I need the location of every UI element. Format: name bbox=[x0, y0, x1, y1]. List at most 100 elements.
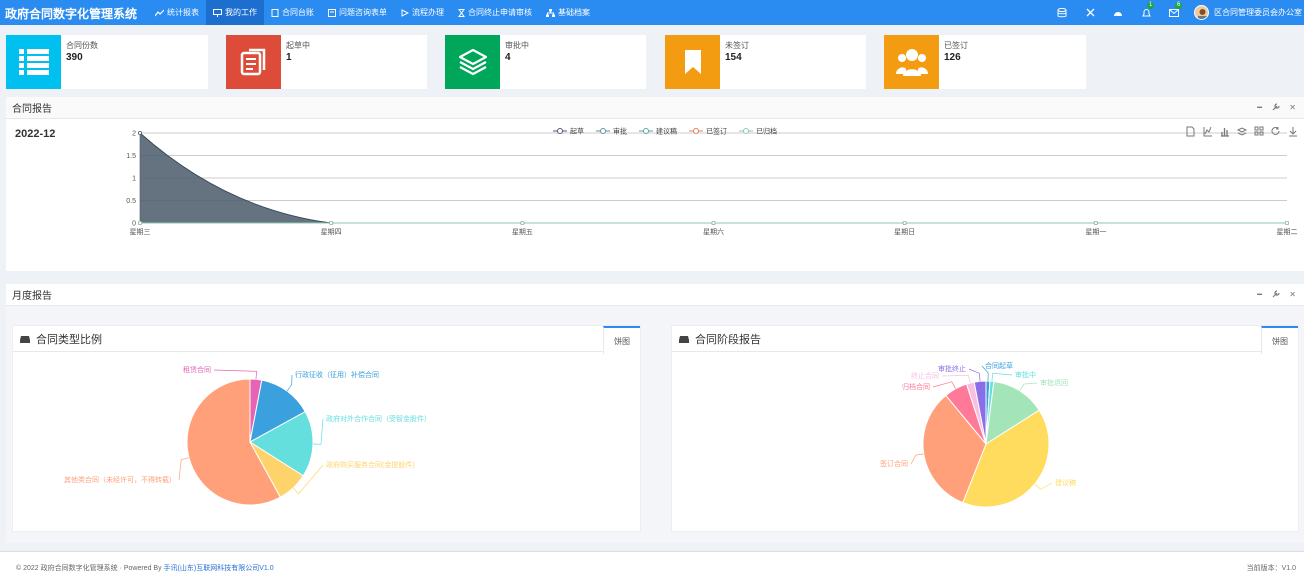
notification-badge: 1 bbox=[1147, 2, 1155, 9]
legend-item: 起草 bbox=[553, 127, 584, 136]
wrench-button[interactable] bbox=[1272, 290, 1280, 300]
nav-process[interactable]: 流程办理 bbox=[394, 0, 451, 25]
pie-label: 签订合同 bbox=[880, 459, 908, 468]
user-name: 区合同管理委员会办公室 bbox=[1214, 8, 1302, 17]
pie-label-line bbox=[941, 374, 971, 384]
database-button[interactable] bbox=[1048, 0, 1076, 25]
stat-icon-box bbox=[226, 35, 281, 89]
pie-label-line bbox=[968, 368, 981, 382]
stat-icon-box bbox=[665, 35, 720, 89]
x-tick-label: 星期日 bbox=[894, 228, 915, 236]
stat-label: 未签订 bbox=[725, 41, 749, 50]
toolbox-stack-icon bbox=[1236, 127, 1248, 136]
pie-label: 政府购买服务合同(金提股件) bbox=[326, 460, 415, 469]
fullscreen-button[interactable] bbox=[1076, 0, 1104, 25]
nav-inquiry-form[interactable]: 问题咨询表单 bbox=[321, 0, 394, 25]
panel-title: 合同报告 bbox=[12, 104, 52, 115]
notification-button[interactable]: 1 bbox=[1132, 0, 1160, 25]
message-button[interactable]: 6 bbox=[1160, 0, 1188, 25]
legend-marker bbox=[743, 128, 749, 134]
contract-stage-panel: 合同阶段报告 饼图 合同起草 审批中 审批退回 建议稿 签订合同 归档合同 终止合同 审批终止 bbox=[671, 325, 1299, 532]
toolbox-line-icon bbox=[1203, 126, 1212, 137]
file-stack-icon bbox=[240, 48, 265, 76]
collapse-button[interactable]: ━ bbox=[1257, 103, 1262, 112]
contract-stage-pie-chart: 合同起草审批中审批退回建议稿 签订合同 归档合同 终止合同审批终止 bbox=[880, 361, 1076, 508]
data-point bbox=[1285, 221, 1290, 226]
x-tick-label: 星期六 bbox=[703, 227, 724, 236]
wrench-icon bbox=[1272, 290, 1280, 298]
wrench-icon bbox=[1272, 103, 1280, 111]
legend-label: 建议稿 bbox=[656, 127, 677, 136]
legend-label: 审批 bbox=[613, 127, 627, 136]
stat-card-contracts[interactable]: 合同份数 390 bbox=[6, 35, 208, 89]
users-icon bbox=[895, 49, 928, 76]
pie-label-line bbox=[178, 457, 190, 481]
toolbox-download-icon bbox=[1289, 127, 1297, 137]
stat-card-unsigned[interactable]: 未签订 154 bbox=[665, 35, 866, 89]
play-icon bbox=[401, 8, 409, 17]
panel-title: 月度报告 bbox=[12, 291, 52, 302]
top-bar: 政府合同数字化管理系统 统计报表 我的工作 合同台账 问题咨询表单 流程办理 合… bbox=[0, 0, 1304, 25]
data-point bbox=[1093, 221, 1098, 226]
tab-pie[interactable]: 饼图 bbox=[1261, 326, 1298, 354]
stat-label: 审批中 bbox=[505, 41, 529, 50]
nav-label: 合同终止申请审核 bbox=[468, 8, 532, 17]
form-icon bbox=[328, 8, 336, 17]
x-tick-label: 星期四 bbox=[321, 228, 342, 236]
data-point bbox=[137, 130, 142, 135]
nav-statistics[interactable]: 统计报表 bbox=[148, 0, 206, 25]
inbox-icon bbox=[679, 335, 689, 343]
hourglass-icon bbox=[458, 8, 465, 17]
footer-company-link[interactable]: 手讯(山东)互联网科技有限公司V1.0 bbox=[164, 565, 274, 572]
list-icon bbox=[18, 49, 49, 75]
stat-value: 126 bbox=[944, 52, 961, 63]
stat-card-signed[interactable]: 已签订 126 bbox=[884, 35, 1086, 89]
dashboard-button[interactable] bbox=[1104, 0, 1132, 25]
legend-item: 审批 bbox=[596, 127, 627, 136]
stat-card-drafting[interactable]: 起草中 1 bbox=[226, 35, 427, 89]
stat-card-approving[interactable]: 审批中 4 bbox=[445, 35, 646, 89]
layers-icon bbox=[458, 48, 487, 76]
pie-label: 终止合同 bbox=[911, 371, 939, 380]
data-point bbox=[902, 221, 907, 226]
toolbox-glyph bbox=[1289, 127, 1297, 137]
close-button[interactable]: ✕ bbox=[1289, 103, 1296, 112]
database-icon bbox=[1057, 7, 1067, 17]
nav-label: 我的工作 bbox=[225, 8, 257, 17]
pie-label: 审批中 bbox=[1015, 370, 1036, 379]
y-tick-label: 0.5 bbox=[126, 198, 136, 205]
pie-label: 行政征收（征用）补偿合同 bbox=[295, 370, 379, 379]
data-point bbox=[137, 221, 142, 226]
footer-version: 当前版本：V1.0 bbox=[1246, 565, 1296, 572]
close-button[interactable]: ✕ bbox=[1289, 290, 1296, 299]
monitor-icon bbox=[213, 8, 222, 17]
nav-base-archive[interactable]: 基础档案 bbox=[539, 0, 597, 25]
legend-item: 已归档 bbox=[739, 127, 777, 136]
file-icon bbox=[271, 8, 279, 17]
panel-header: 合同报告 bbox=[6, 97, 1304, 119]
y-tick-label: 0 bbox=[132, 221, 136, 228]
data-point bbox=[329, 221, 334, 226]
pie-label: 合同起草 bbox=[985, 361, 1013, 370]
sub-panel-title: 合同阶段报告 bbox=[695, 333, 761, 346]
app-title: 政府合同数字化管理系统 bbox=[5, 7, 138, 21]
pie-label-line bbox=[213, 369, 258, 380]
nav-termination-review[interactable]: 合同终止申请审核 bbox=[451, 0, 539, 25]
trend-icon bbox=[155, 9, 164, 16]
user-menu[interactable]: 区合同管理委员会办公室 bbox=[1188, 5, 1304, 20]
inbox-icon bbox=[20, 335, 30, 343]
tab-pie[interactable]: 饼图 bbox=[603, 326, 640, 354]
pie-label-line bbox=[1019, 382, 1038, 391]
nav-ledger[interactable]: 合同台账 bbox=[264, 0, 321, 25]
collapse-button[interactable]: ━ bbox=[1257, 290, 1262, 299]
x-tick-label: 星期一 bbox=[1085, 228, 1106, 236]
stat-value: 154 bbox=[725, 52, 742, 63]
x-tick-label: 星期三 bbox=[130, 228, 151, 236]
stat-icon-box bbox=[445, 35, 500, 89]
nav-my-work[interactable]: 我的工作 bbox=[206, 0, 264, 25]
wrench-button[interactable] bbox=[1272, 103, 1280, 113]
legend-item: 建议稿 bbox=[639, 127, 677, 136]
nav-label: 统计报表 bbox=[167, 8, 199, 17]
sub-panel-title: 合同类型比例 bbox=[36, 333, 102, 346]
contract-line-chart: 0 0.5 1 1.5 2 星期三 星期四 星期五 星期六 星期日 星期一 星期二 起草 审批 建议稿 已签订… bbox=[126, 126, 1298, 236]
